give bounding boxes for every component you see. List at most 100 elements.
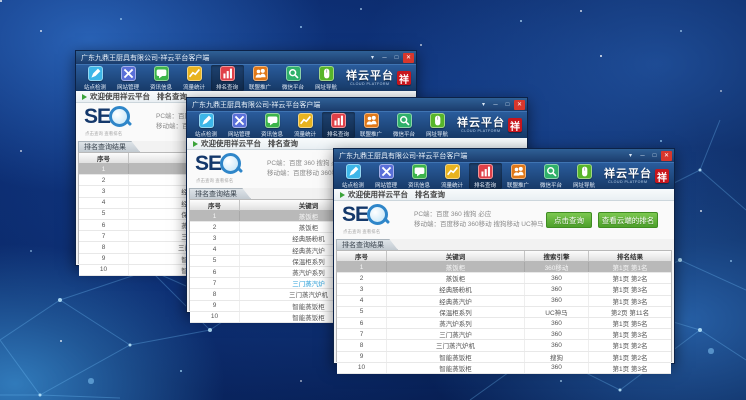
search-engine-cell: UC神马 (525, 307, 589, 317)
tab-rank-results[interactable]: 排名查询结果 (78, 141, 140, 152)
seo-logo-text: SE (342, 204, 368, 225)
title-bar[interactable]: 广东九鼎王厨具有限公司-祥云平台客户端 ▾ ─ □ ✕ (187, 98, 527, 111)
tools-icon (121, 66, 136, 81)
toolbar-item-site-nav[interactable]: 网址导航 (421, 112, 454, 138)
toolbar-item-label: 网址导航 (573, 180, 595, 188)
magnifier-logo-icon (109, 106, 130, 127)
maximize-button[interactable]: □ (502, 100, 513, 110)
toolbar-item-news-info[interactable]: 资讯信息 (145, 65, 178, 91)
row-index-cell: 9 (79, 254, 129, 264)
close-button[interactable]: ✕ (661, 151, 672, 161)
seo-logo-slogan: 点击查询 查看排名 (343, 228, 380, 234)
close-button[interactable]: ✕ (514, 100, 525, 110)
toolbar-item-traffic-stat[interactable]: 流量统计 (178, 65, 211, 91)
toolbar-item-rank-query[interactable]: 排名查询 (211, 65, 244, 91)
table-row[interactable]: 3经典肠粉机360第1页 第3名 (337, 284, 671, 295)
breadcrumb-page: 排名查询 (157, 91, 187, 102)
chat-icon (154, 66, 169, 81)
table-row[interactable]: 7三门蒸汽炉360第1页 第3名 (337, 329, 671, 340)
toolbar-item-label: 站点检测 (84, 82, 106, 90)
table-row[interactable]: 8三门蒸汽炉机360第1页 第2名 (337, 340, 671, 351)
toolbar-item-news-info[interactable]: 资讯信息 (403, 163, 436, 189)
seo-logo-slogan: 点击查询 查看排名 (196, 177, 233, 183)
search-engine-cell: 360 (525, 296, 589, 306)
keyword-cell: 保温柜系列 (387, 307, 525, 317)
row-index-cell: 8 (190, 289, 240, 299)
toolbar-item-site-manage[interactable]: 网站管理 (223, 112, 256, 138)
toolbar-item-site-manage[interactable]: 网站管理 (112, 65, 145, 91)
skin-menu-button[interactable]: ▾ (478, 100, 489, 110)
query-button[interactable]: 点击查询 (546, 212, 592, 228)
pencil-icon (199, 113, 214, 128)
toolbar-item-wechat[interactable]: 微信平台 (388, 112, 421, 138)
toolbar-item-label: 微信平台 (540, 180, 562, 188)
tab-rank-results[interactable]: 排名查询结果 (189, 188, 251, 199)
toolbar-item-traffic-stat[interactable]: 流量统计 (289, 112, 322, 138)
row-index-cell: 9 (337, 352, 387, 362)
people-icon (511, 164, 526, 179)
toolbar-item-union-promo[interactable]: 联盟推广 (355, 112, 388, 138)
table-row[interactable]: 2蒸饭柜360第1页 第2名 (337, 273, 671, 284)
minimize-button[interactable]: ─ (490, 100, 501, 110)
row-index-cell: 1 (79, 164, 129, 174)
view-cloud-rank-button[interactable]: 查看云端的排名 (598, 212, 658, 228)
keyword-cell: 蒸饭柜 (387, 262, 525, 272)
toolbar-item-wechat[interactable]: 微信平台 (535, 163, 568, 189)
row-index-cell: 1 (190, 211, 240, 221)
header-keyword: 关键词 (387, 251, 525, 261)
seo-logo: SE (342, 204, 388, 225)
skin-menu-button[interactable]: ▾ (625, 151, 636, 161)
toolbar-item-site-check[interactable]: 站点检测 (190, 112, 223, 138)
table-row[interactable]: 6蒸汽炉系列360第1页 第5名 (337, 318, 671, 329)
toolbar-item-label: 微信平台 (393, 129, 415, 137)
minimize-button[interactable]: ─ (637, 151, 648, 161)
table-row[interactable]: 4经典蒸汽炉360第1页 第3名 (337, 296, 671, 307)
table-row[interactable]: 1蒸饭柜360移动第1页 第1名 (337, 262, 671, 273)
keyword-cell: 三门蒸汽炉 (387, 329, 525, 339)
table-row[interactable]: 9智能蒸饭柜搜狗第1页 第2名 (337, 352, 671, 363)
tab-rank-results[interactable]: 排名查询结果 (336, 239, 398, 250)
minimize-button[interactable]: ─ (379, 53, 390, 63)
toolbar-item-site-manage[interactable]: 网站管理 (370, 163, 403, 189)
toolbar-item-label: 站点检测 (342, 180, 364, 188)
toolbar-item-label: 联盟推广 (249, 82, 271, 90)
table-header: 序号 关键词 搜索引擎 排名结果 (337, 251, 671, 262)
row-index-cell: 4 (190, 245, 240, 255)
magnifier-icon (544, 164, 559, 179)
rank-result-cell: 第2页 第11名 (589, 307, 671, 317)
close-button[interactable]: ✕ (403, 53, 414, 63)
row-index-cell: 7 (190, 278, 240, 288)
toolbar-item-wechat[interactable]: 微信平台 (277, 65, 310, 91)
brand-logo: 祥云平台 CLOUD PLATFORM 祥 (457, 112, 524, 138)
header-engine: 搜索引擎 (525, 251, 589, 261)
rank-table: 序号 关键词 搜索引擎 排名结果 1蒸饭柜360移动第1页 第1名2蒸饭柜360… (336, 250, 672, 362)
toolbar-item-news-info[interactable]: 资讯信息 (256, 112, 289, 138)
maximize-button[interactable]: □ (391, 53, 402, 63)
maximize-button[interactable]: □ (649, 151, 660, 161)
toolbar-item-site-check[interactable]: 站点检测 (337, 163, 370, 189)
row-index-cell: 5 (337, 307, 387, 317)
row-index-cell: 7 (337, 329, 387, 339)
brand-logo: 祥云平台 CLOUD PLATFORM 祥 (346, 65, 413, 91)
table-row[interactable]: 5保温柜系列UC神马第2页 第11名 (337, 307, 671, 318)
toolbar-item-site-nav[interactable]: 网址导航 (310, 65, 343, 91)
row-index-cell: 1 (337, 262, 387, 272)
desktop-background: 广东九鼎王厨具有限公司-祥云平台客户端 ▾ ─ □ ✕ 站点检测网站管理资讯信息… (0, 0, 746, 400)
toolbar-item-traffic-stat[interactable]: 流量统计 (436, 163, 469, 189)
toolbar-item-label: 微信平台 (282, 82, 304, 90)
main-toolbar: 站点检测网站管理资讯信息流量统计排名查询联盟推广微信平台网址导航 祥云平台 CL… (187, 111, 527, 138)
skin-menu-button[interactable]: ▾ (367, 53, 378, 63)
toolbar-item-union-promo[interactable]: 联盟推广 (244, 65, 277, 91)
toolbar-item-rank-query[interactable]: 排名查询 (469, 163, 502, 189)
title-bar[interactable]: 广东九鼎王厨具有限公司-祥云平台客户端 ▾ ─ □ ✕ (76, 51, 416, 64)
rank-result-cell: 第1页 第1名 (589, 262, 671, 272)
toolbar-item-site-nav[interactable]: 网址导航 (568, 163, 601, 189)
brand-subtitle: CLOUD PLATFORM (608, 180, 647, 184)
toolbar-item-site-check[interactable]: 站点检测 (79, 65, 112, 91)
line-chart-icon (445, 164, 460, 179)
pencil-icon (88, 66, 103, 81)
toolbar-item-union-promo[interactable]: 联盟推广 (502, 163, 535, 189)
title-bar[interactable]: 广东九鼎王厨具有限公司-祥云平台客户端 ▾ ─ □ ✕ (334, 149, 674, 162)
toolbar-item-rank-query[interactable]: 排名查询 (322, 112, 355, 138)
table-row[interactable]: 10智能蒸饭柜360第1页 第3名 (337, 363, 671, 374)
